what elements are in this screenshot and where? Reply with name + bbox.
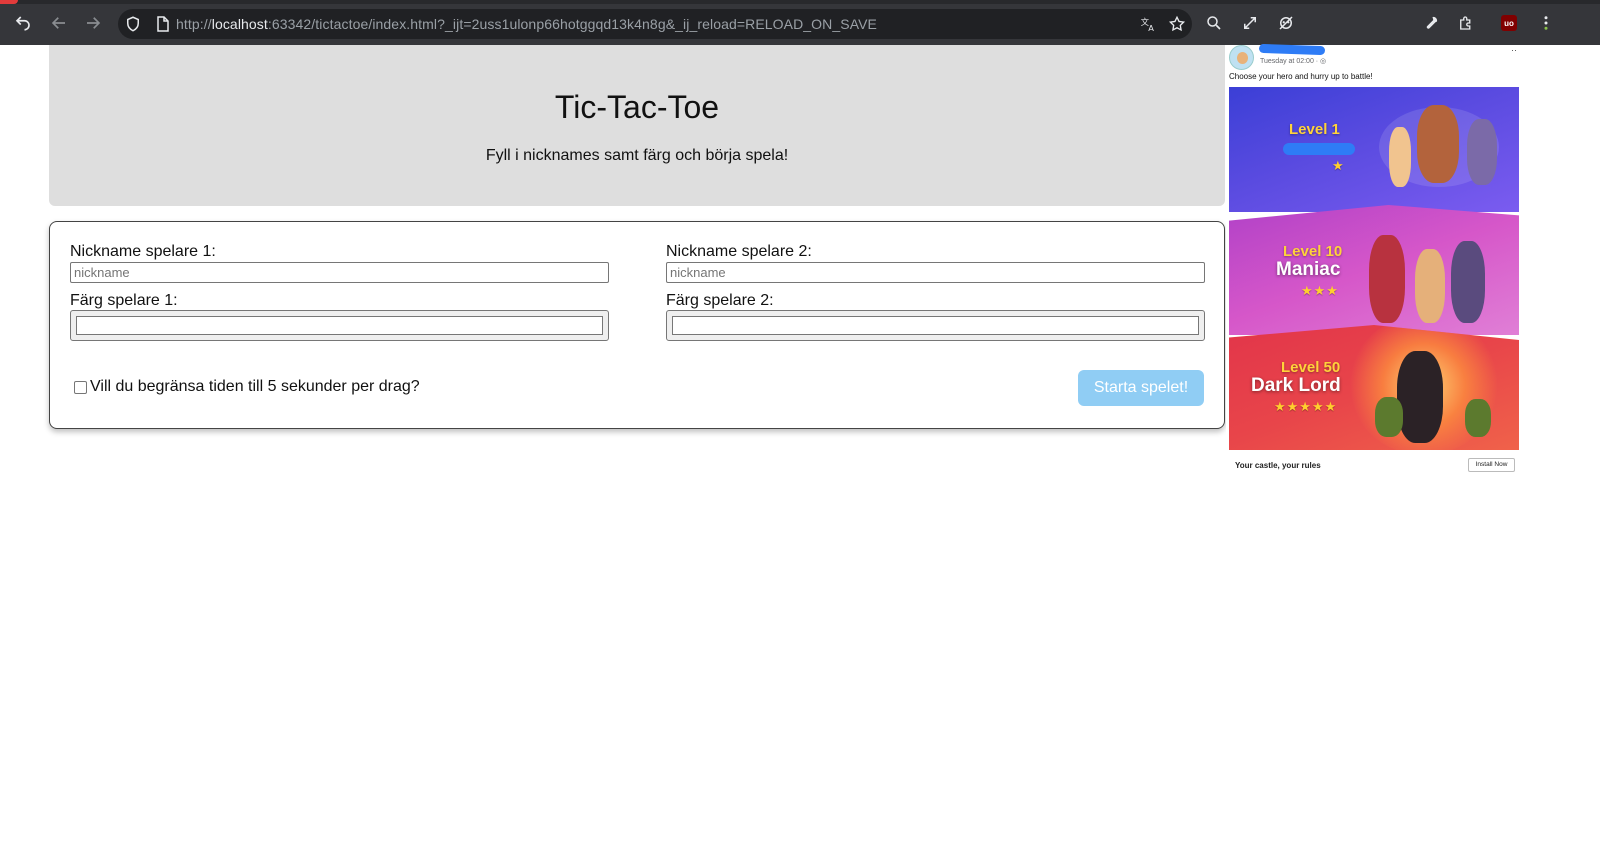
player2-nickname-input[interactable]	[666, 262, 1205, 283]
hero-figure	[1417, 105, 1459, 183]
back-icon[interactable]	[46, 10, 72, 36]
ad-caption: Choose your hero and hurry up to battle!	[1229, 72, 1373, 81]
hero-figure	[1389, 127, 1411, 187]
post-timestamp: Tuesday at 02:00 · ◎	[1260, 58, 1327, 65]
hero-figure	[1451, 241, 1485, 323]
expand-icon[interactable]	[1237, 10, 1263, 36]
level10-panel: Level 10 Maniac ★★★	[1229, 205, 1519, 335]
hide-extension-icon[interactable]	[1273, 10, 1299, 36]
ad-creative-image[interactable]: Level 1 ★ Level 10 Maniac ★★★ Level 50 D…	[1229, 87, 1519, 450]
player2-color-swatch	[672, 316, 1199, 335]
bookmark-star-icon[interactable]	[1168, 15, 1186, 33]
dark-lord-figure	[1397, 351, 1443, 443]
url-text[interactable]: http://localhost:63342/tictactoe/index.h…	[176, 16, 877, 32]
level50-panel: Level 50 Dark Lord ★★★★★	[1229, 325, 1519, 450]
goblin-figure	[1465, 399, 1491, 437]
url-host: localhost	[211, 16, 268, 32]
level50-label: Level 50	[1281, 359, 1341, 376]
wrench-icon[interactable]	[1418, 10, 1444, 36]
forward-icon[interactable]	[80, 10, 106, 36]
tab-indicator	[0, 0, 18, 4]
player1-nickname-label: Nickname spelare 1:	[70, 243, 216, 260]
hero-figure	[1467, 119, 1497, 185]
time-limit-label[interactable]: Vill du begränsa tiden till 5 sekunder p…	[90, 378, 420, 396]
goblin-figure	[1375, 397, 1403, 437]
page-icon	[157, 16, 169, 32]
browser-toolbar: http://localhost:63342/tictactoe/index.h…	[0, 0, 1600, 45]
player1-color-picker[interactable]	[70, 310, 609, 341]
redacted-title	[1283, 143, 1355, 155]
level10-name: Maniac	[1276, 259, 1341, 280]
player-setup-form: Nickname spelare 1: Färg spelare 1: Nick…	[49, 221, 1225, 429]
start-game-button[interactable]: Starta spelet!	[1078, 370, 1204, 406]
player1-color-swatch	[76, 316, 603, 335]
time-limit-checkbox[interactable]	[74, 381, 87, 394]
translate-icon[interactable]: 文A	[1140, 15, 1158, 33]
level10-stars: ★★★	[1301, 283, 1339, 298]
page-subtitle: Fyll i nicknames samt färg och börja spe…	[485, 147, 789, 164]
url-path: :63342/tictactoe/index.html?_ijt=2uss1ul…	[267, 16, 877, 32]
player2-color-label: Färg spelare 2:	[666, 292, 774, 309]
url-scheme: http://	[176, 16, 212, 32]
shield-icon[interactable]	[124, 15, 142, 33]
level1-label: Level 1	[1289, 121, 1340, 138]
undo-icon[interactable]	[10, 10, 36, 36]
level50-name: Dark Lord	[1251, 375, 1341, 396]
svg-text:A: A	[1148, 23, 1154, 33]
level10-label: Level 10	[1283, 243, 1343, 260]
search-icon[interactable]	[1201, 10, 1227, 36]
ad-options-icon[interactable]: ··	[1511, 45, 1517, 55]
player1-color-label: Färg spelare 1:	[70, 292, 178, 309]
advertiser-avatar[interactable]	[1229, 45, 1254, 70]
hero-figure	[1369, 235, 1405, 323]
extensions-puzzle-icon[interactable]	[1453, 10, 1479, 36]
player2-nickname-label: Nickname spelare 2:	[666, 243, 812, 260]
page-header: Tic-Tac-Toe Fyll i nicknames samt färg o…	[49, 45, 1225, 206]
ad-headline: Your castle, your rules	[1235, 461, 1321, 470]
level50-stars: ★★★★★	[1274, 399, 1338, 414]
install-now-button[interactable]: Install Now	[1468, 458, 1515, 472]
sponsored-ad[interactable]: Tuesday at 02:00 · ◎ ·· Choose your hero…	[1226, 43, 1520, 479]
page-title: Tic-Tac-Toe	[554, 89, 720, 125]
tab-strip-edge	[0, 0, 1600, 4]
player2-color-picker[interactable]	[666, 310, 1205, 341]
address-bar[interactable]: http://localhost:63342/tictactoe/index.h…	[118, 9, 1192, 39]
level1-stars: ★	[1332, 158, 1345, 173]
hero-figure	[1415, 249, 1445, 323]
level1-panel: Level 1 ★	[1229, 87, 1519, 212]
redacted-advertiser-name	[1258, 43, 1326, 56]
menu-dots-icon[interactable]	[1533, 10, 1559, 36]
player1-nickname-input[interactable]	[70, 262, 609, 283]
ublock-origin-icon[interactable]: uo	[1501, 15, 1517, 31]
